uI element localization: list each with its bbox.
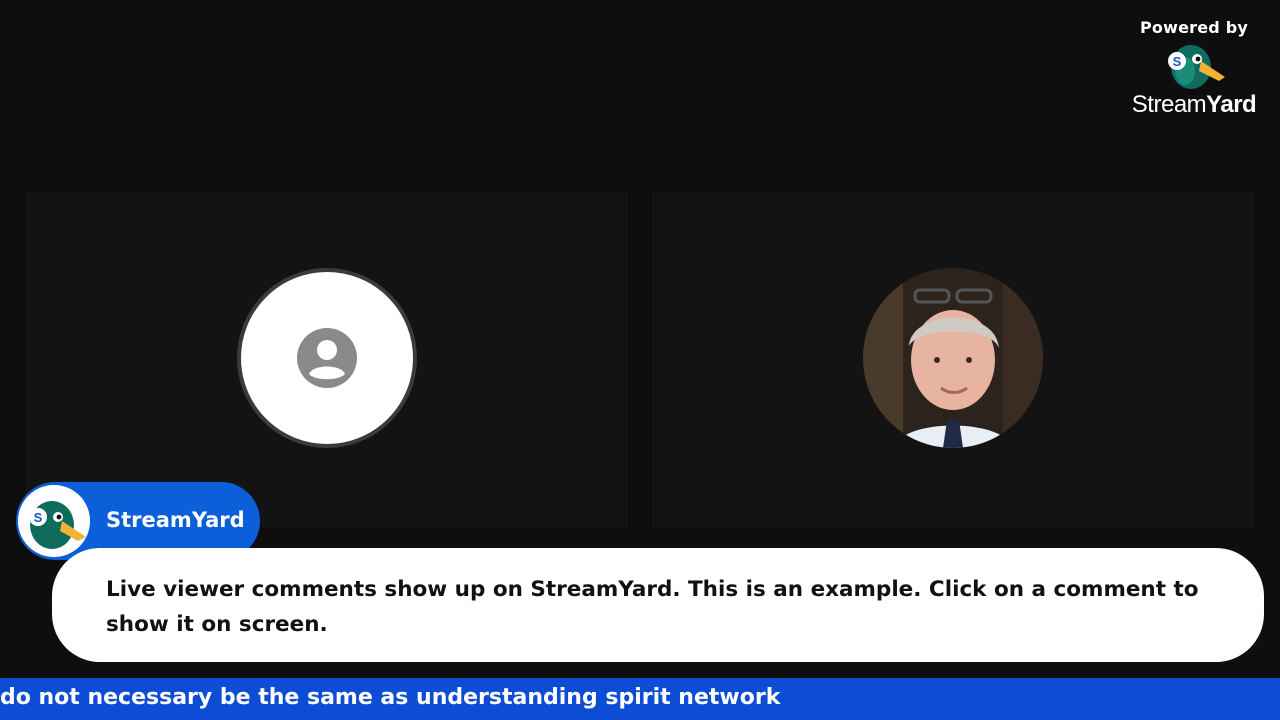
wordmark-light: Stream [1131, 91, 1207, 118]
streamyard-duck-logo-icon: S [18, 485, 90, 557]
streamyard-watermark: Powered by S StreamYard [1124, 18, 1264, 119]
wordmark-bold: Yard [1206, 91, 1257, 118]
avatar [863, 268, 1043, 448]
ticker-text: do not necessary be the same as understa… [0, 685, 781, 710]
person-icon [297, 328, 357, 388]
stream-canvas: Powered by S StreamYard S StreamYard Liv… [0, 0, 1280, 720]
svg-text:S: S [34, 510, 43, 525]
participant-tile[interactable] [26, 192, 628, 528]
svg-text:S: S [1173, 54, 1182, 69]
comment-text: Live viewer comments show up on StreamYa… [106, 577, 1199, 637]
author-avatar: S [18, 485, 90, 557]
streamyard-duck-logo-icon: S [1168, 45, 1225, 89]
powered-by-label: Powered by [1140, 18, 1248, 37]
comment-author-name: StreamYard [106, 508, 245, 532]
comment-bubble[interactable]: Live viewer comments show up on StreamYa… [52, 548, 1264, 662]
streamyard-wordmark: StreamYard [1124, 91, 1264, 119]
participant-photo [863, 268, 1043, 448]
participant-tile[interactable] [652, 192, 1254, 528]
avatar [237, 268, 417, 448]
ticker-banner: do not necessary be the same as understa… [0, 678, 1280, 720]
